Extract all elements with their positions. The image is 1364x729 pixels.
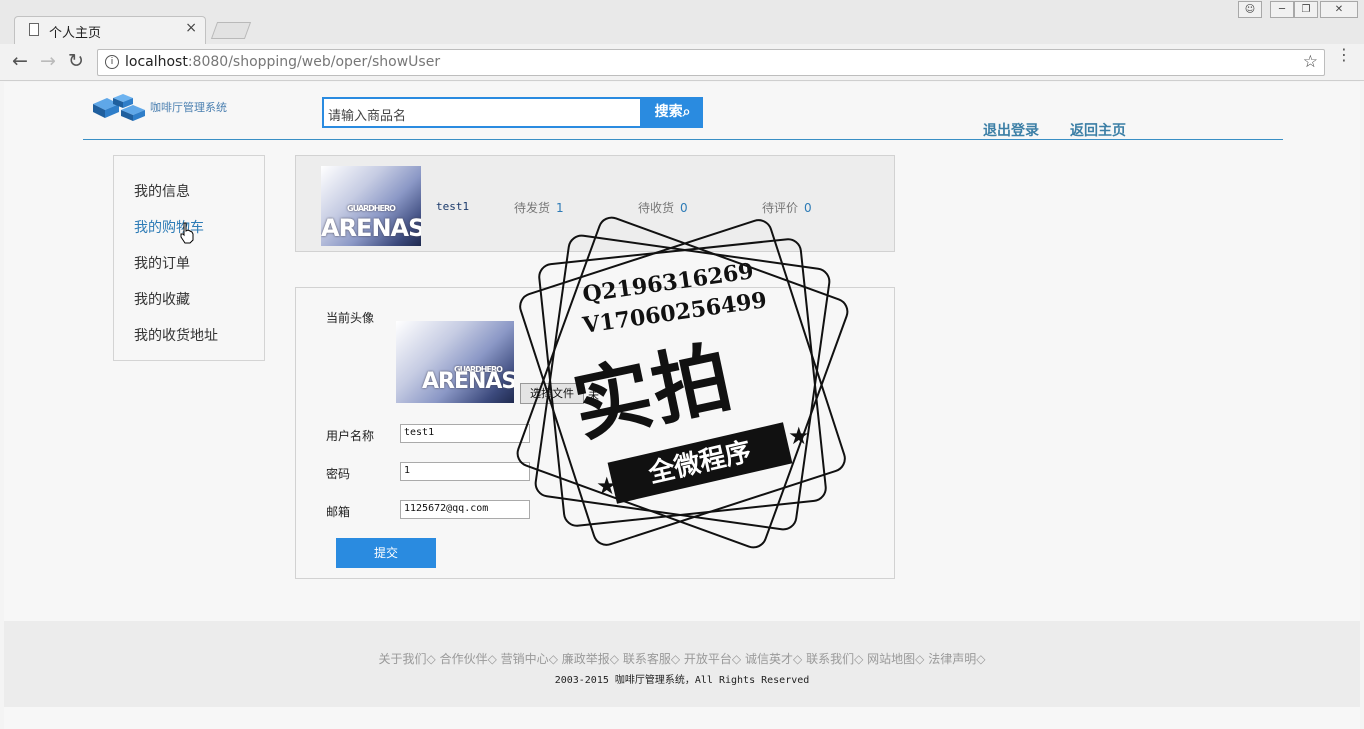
- search-icon: ⌕: [682, 104, 691, 120]
- star-icon: ★: [788, 422, 810, 450]
- email-label: 邮箱: [326, 505, 351, 519]
- separator-icon: ◇: [548, 652, 558, 666]
- user-avatar: GUARDHERO ARENAS: [321, 166, 421, 246]
- url-path: :8080/shopping/web/oper/showUser: [187, 54, 441, 70]
- separator-icon: ◇: [731, 652, 742, 666]
- password-label: 密码: [326, 467, 351, 481]
- footer-link-careers[interactable]: 诚信英才: [745, 652, 793, 666]
- separator-icon: ◇: [976, 652, 986, 666]
- footer-link-partners[interactable]: 合作伙伴: [440, 652, 488, 666]
- footer-link-sitemap[interactable]: 网站地图: [867, 652, 915, 666]
- tab-close-icon[interactable]: ×: [185, 20, 197, 36]
- star-icon: ★: [596, 472, 618, 500]
- separator-icon: ◇: [915, 652, 925, 666]
- cubes-logo-icon[interactable]: [89, 92, 149, 124]
- footer-links: 关于我们◇ 合作伙伴◇ 营销中心◇ 廉政举报◇ 联系客服◇ 开放平台◇ 诚信英才…: [4, 650, 1360, 667]
- footer-link-support[interactable]: 联系客服: [623, 652, 671, 666]
- address-bar[interactable]: i localhost:8080/shopping/web/oper/showU…: [97, 49, 1325, 76]
- page-footer: 关于我们◇ 合作伙伴◇ 营销中心◇ 廉政举报◇ 联系客服◇ 开放平台◇ 诚信英才…: [4, 621, 1360, 707]
- separator-icon: ◇: [793, 652, 803, 666]
- forward-icon[interactable]: →: [40, 50, 56, 72]
- sidebar: 我的信息 我的购物车 我的订单 我的收藏 我的收货地址: [113, 155, 265, 361]
- separator-icon: ◇: [487, 652, 497, 666]
- separator-icon: ◇: [609, 652, 619, 666]
- footer-link-legal[interactable]: 法律声明: [928, 652, 976, 666]
- minimize-icon[interactable]: ─: [1270, 1, 1294, 18]
- sidebar-item-my-orders[interactable]: 我的订单: [134, 253, 190, 273]
- browser-tabstrip: 个人主页 × ☺ ─ ❐ ✕: [0, 0, 1364, 44]
- footer-link-about[interactable]: 关于我们: [379, 652, 427, 666]
- username-label: 用户名称: [326, 429, 375, 443]
- maximize-icon[interactable]: ❐: [1294, 1, 1318, 18]
- avatar-text: ARENAS: [321, 214, 421, 242]
- info-icon[interactable]: i: [105, 55, 119, 69]
- header-divider: [83, 139, 1283, 140]
- logo-text: 咖啡厅管理系统: [150, 101, 227, 114]
- reload-icon[interactable]: ↻: [68, 50, 84, 72]
- footer-link-contact[interactable]: 联系我们: [806, 652, 854, 666]
- home-link[interactable]: 返回主页: [1070, 120, 1126, 140]
- hand-cursor-icon: [180, 222, 194, 244]
- footer-link-marketing[interactable]: 营销中心: [501, 652, 549, 666]
- browser-menu-icon[interactable]: ⋮: [1336, 47, 1352, 63]
- browser-tab[interactable]: 个人主页 ×: [14, 16, 206, 44]
- close-window-icon[interactable]: ✕: [1320, 1, 1358, 18]
- footer-link-platform[interactable]: 开放平台: [684, 652, 732, 666]
- search-button-label: 搜索: [654, 104, 683, 120]
- summary-username: test1: [436, 200, 470, 213]
- footer-link-report[interactable]: 廉政举报: [562, 652, 610, 666]
- sidebar-item-my-favorites[interactable]: 我的收藏: [134, 289, 190, 309]
- user-icon[interactable]: ☺: [1238, 1, 1262, 18]
- browser-toolbar: ← → ↻ i localhost:8080/shopping/web/oper…: [0, 44, 1364, 81]
- search-button[interactable]: 搜索⌕: [642, 97, 703, 128]
- url-host: localhost: [125, 54, 188, 70]
- sidebar-item-my-addresses[interactable]: 我的收货地址: [134, 325, 218, 345]
- current-avatar: GUARDHERO ARENAS: [396, 321, 514, 403]
- submit-button[interactable]: 提交: [336, 538, 436, 568]
- back-icon[interactable]: ←: [12, 50, 28, 72]
- logout-link[interactable]: 退出登录: [983, 120, 1039, 140]
- separator-icon: ◇: [854, 652, 864, 666]
- avatar-text: ARENAS: [422, 369, 514, 394]
- separator-icon: ◇: [426, 652, 436, 666]
- url-text: localhost:8080/shopping/web/oper/showUse…: [125, 54, 440, 70]
- search-input[interactable]: 请输入商品名: [322, 97, 642, 128]
- page-icon: [29, 23, 39, 36]
- new-tab-button[interactable]: [210, 22, 252, 39]
- avatar-small-text: GUARDHERO: [347, 204, 396, 213]
- avatar-label: 当前头像: [326, 311, 375, 325]
- sidebar-item-my-info[interactable]: 我的信息: [134, 181, 190, 201]
- tab-title: 个人主页: [49, 26, 102, 41]
- page-bottom: [4, 707, 1360, 729]
- footer-copyright: 2003-2015 咖啡厅管理系统，All Rights Reserved: [554, 675, 810, 686]
- separator-icon: ◇: [670, 652, 681, 666]
- watermark-stamp: Q2196316269 V17060256499 实拍 全微程序 ★ ★: [510, 210, 855, 555]
- bookmark-star-icon[interactable]: ☆: [1303, 52, 1318, 72]
